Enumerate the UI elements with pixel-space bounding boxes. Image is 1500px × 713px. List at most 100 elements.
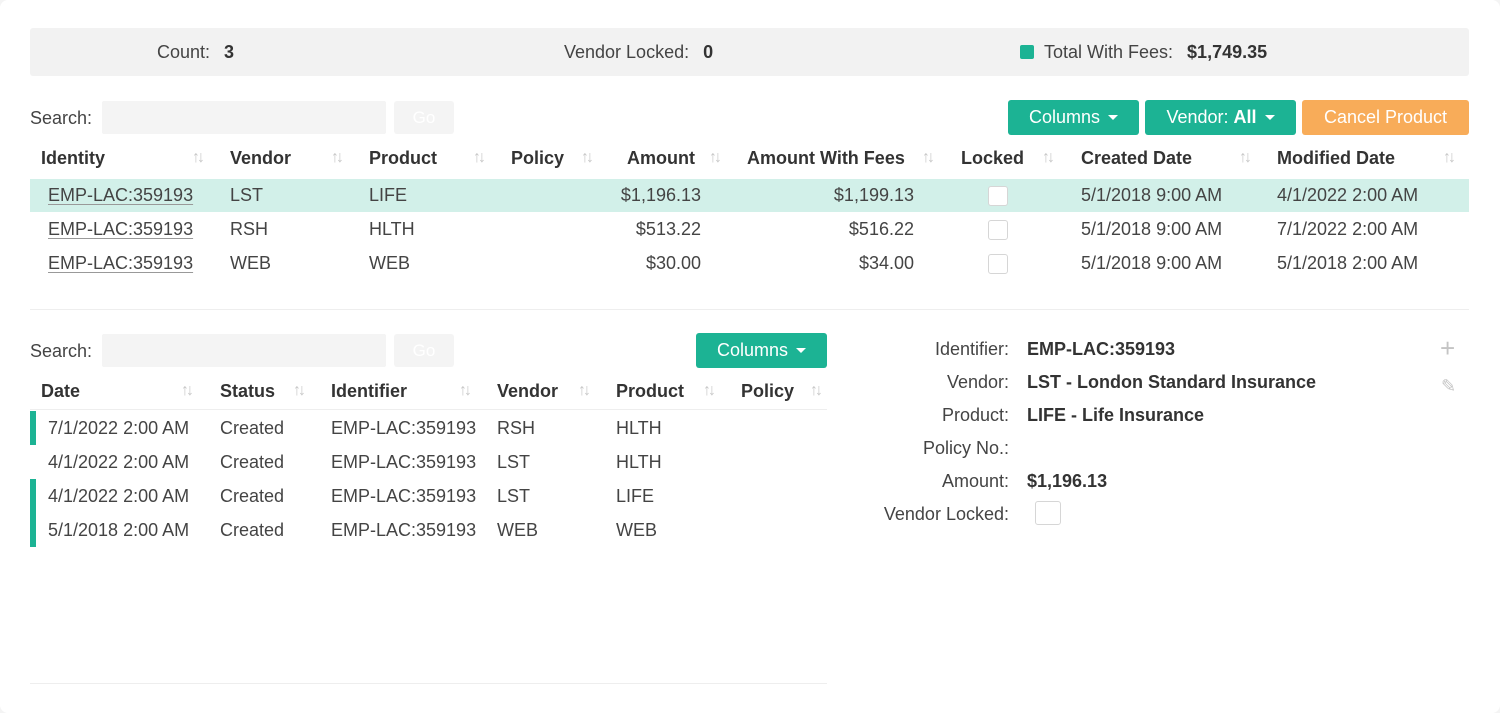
cell-identifier: EMP-LAC:359193 <box>331 520 477 540</box>
products-search-input[interactable] <box>102 101 386 134</box>
row-marker <box>30 479 36 513</box>
locked-checkbox[interactable] <box>988 220 1008 240</box>
sort-icon[interactable]: ↑↓ <box>581 149 594 167</box>
col-header-product[interactable]: Product <box>616 381 684 402</box>
identity-link[interactable]: EMP-LAC:359193 <box>48 253 193 274</box>
summary-vendor-locked-value: 0 <box>703 42 714 62</box>
cell-product: HLTH <box>616 452 662 472</box>
cell-identifier: EMP-LAC:359193 <box>331 418 477 438</box>
cell-amount: $1,196.13 <box>620 185 701 205</box>
col-header-vendor[interactable]: Vendor <box>497 381 558 402</box>
cell-status: Created <box>220 520 285 540</box>
cell-product: LIFE <box>616 486 655 506</box>
row-marker <box>30 411 36 445</box>
cell-status: Created <box>220 486 285 506</box>
cancel-product-button[interactable]: Cancel Product <box>1302 100 1469 135</box>
row-marker <box>30 513 36 547</box>
col-header-identifier[interactable]: Identifier <box>331 381 407 402</box>
sort-icon[interactable]: ↑↓ <box>473 149 486 167</box>
products-columns-button[interactable]: Columns <box>1008 100 1139 135</box>
detail-vendor-locked-label: Vendor Locked: <box>883 504 1009 524</box>
col-header-product[interactable]: Product <box>369 148 437 169</box>
caret-down-icon <box>1264 115 1275 120</box>
products-search-label: Search: <box>30 108 93 128</box>
cell-date: 4/1/2022 2:00 AM <box>48 486 190 506</box>
cell-amount: $30.00 <box>645 253 701 273</box>
col-header-amount[interactable]: Amount <box>627 148 695 169</box>
summary-total-label: Total With Fees: <box>1044 42 1174 62</box>
col-header-identity[interactable]: Identity <box>41 148 105 169</box>
cell-product: LIFE <box>369 185 408 205</box>
col-header-status[interactable]: Status <box>220 381 275 402</box>
vendor-filter-button[interactable]: Vendor: All <box>1145 100 1296 135</box>
cell-product: HLTH <box>616 418 662 438</box>
sort-icon[interactable]: ↑↓ <box>181 382 194 400</box>
cell-vendor: RSH <box>497 418 536 438</box>
cell-modified-date: 5/1/2018 2:00 AM <box>1277 253 1419 273</box>
sort-icon[interactable]: ↑↓ <box>1042 149 1055 167</box>
detail-identifier-value: EMP-LAC:359193 <box>1027 339 1176 359</box>
detail-policy-label: Policy No.: <box>922 438 1009 458</box>
summary-vendor-locked: Vendor Locked: 0 <box>564 28 713 76</box>
detail-vendor-value: LST - London Standard Insurance <box>1027 372 1317 392</box>
products-go-button[interactable]: Go <box>394 101 454 134</box>
summary-total-value: $1,749.35 <box>1187 42 1268 62</box>
detail-vendor-label: Vendor: <box>946 372 1009 392</box>
sort-icon[interactable]: ↑↓ <box>459 382 472 400</box>
col-header-vendor[interactable]: Vendor <box>230 148 291 169</box>
total-swatch-icon <box>1020 45 1034 59</box>
col-header-amount-with-fees[interactable]: Amount With Fees <box>747 148 905 169</box>
detail-amount-value: $1,196.13 <box>1027 471 1108 491</box>
col-header-modified-date[interactable]: Modified Date <box>1277 148 1395 169</box>
sort-icon[interactable]: ↑↓ <box>192 149 205 167</box>
summary-count-value: 3 <box>224 42 235 62</box>
cell-product: WEB <box>369 253 411 273</box>
cell-modified-date: 4/1/2022 2:00 AM <box>1277 185 1419 205</box>
sort-icon[interactable]: ↑↓ <box>331 149 344 167</box>
identity-link[interactable]: EMP-LAC:359193 <box>48 185 193 206</box>
summary-count-label: Count: <box>157 42 211 62</box>
sort-icon[interactable]: ↑↓ <box>709 149 722 167</box>
sort-icon[interactable]: ↑↓ <box>922 149 935 167</box>
summary-bar: Count: 3 Vendor Locked: 0 Total With Fees:… <box>30 28 1469 76</box>
cell-identifier: EMP-LAC:359193 <box>331 452 477 472</box>
cell-vendor: WEB <box>230 253 272 273</box>
detail-product-label: Product: <box>941 405 1009 425</box>
col-header-policy[interactable]: Policy <box>511 148 564 169</box>
sort-icon[interactable]: ↑↓ <box>578 382 591 400</box>
cell-status: Created <box>220 452 285 472</box>
summary-count: Count: 3 <box>157 28 234 76</box>
caret-down-icon <box>1108 115 1119 120</box>
cell-vendor: LST <box>497 452 531 472</box>
col-header-created-date[interactable]: Created Date <box>1081 148 1192 169</box>
summary-total-with-fees: Total With Fees: $1,749.35 <box>1020 28 1267 76</box>
cell-vendor: WEB <box>497 520 539 540</box>
cell-vendor: LST <box>230 185 264 205</box>
product-panel: Count: 3 Vendor Locked: 0 Total With Fees:… <box>0 0 1500 713</box>
vendor-filter-prefix: Vendor: <box>1166 107 1229 127</box>
table-footer-divider <box>30 683 827 684</box>
cell-date: 5/1/2018 2:00 AM <box>48 520 190 540</box>
cell-product: HLTH <box>369 219 415 239</box>
cell-amount-with-fees: $34.00 <box>858 253 914 273</box>
pencil-icon[interactable]: ✎ <box>1441 377 1456 395</box>
locked-checkbox[interactable] <box>988 186 1008 206</box>
cell-identifier: EMP-LAC:359193 <box>331 486 477 506</box>
plus-icon[interactable]: + <box>1440 335 1455 361</box>
cell-date: 7/1/2022 2:00 AM <box>48 418 190 438</box>
cell-amount: $513.22 <box>635 219 701 239</box>
sort-icon[interactable]: ↑↓ <box>293 382 306 400</box>
history-search-input[interactable] <box>102 334 386 367</box>
sort-icon[interactable]: ↑↓ <box>703 382 716 400</box>
vendor-locked-checkbox[interactable] <box>1035 501 1061 525</box>
cell-status: Created <box>220 418 285 438</box>
col-header-date[interactable]: Date <box>41 381 80 402</box>
locked-checkbox[interactable] <box>988 254 1008 274</box>
section-divider <box>30 309 1469 310</box>
sort-icon[interactable]: ↑↓ <box>1239 149 1252 167</box>
history-go-button[interactable]: Go <box>394 334 454 367</box>
identity-link[interactable]: EMP-LAC:359193 <box>48 219 193 240</box>
sort-icon[interactable]: ↑↓ <box>1443 149 1456 167</box>
products-columns-label: Columns <box>1028 107 1101 127</box>
col-header-locked[interactable]: Locked <box>961 148 1024 169</box>
